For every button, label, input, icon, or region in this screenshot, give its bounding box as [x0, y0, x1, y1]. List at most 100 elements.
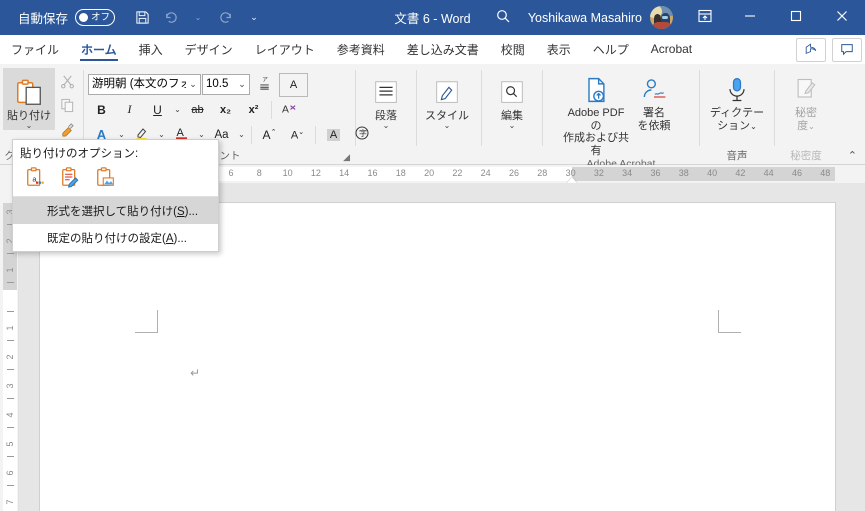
underline-button[interactable]: U [144, 99, 171, 121]
create-pdf-label: Adobe PDF の 作成および共有 [563, 107, 629, 157]
ruler-tick: 28 [537, 168, 548, 178]
paste-special-menu-item[interactable]: 形式を選択して貼り付け(S)... [13, 197, 218, 224]
autosave-control[interactable]: 自動保存 オフ [18, 8, 116, 27]
underline-dropdown[interactable]: ⌄ [172, 105, 183, 114]
tab-label: 参考資料 [336, 42, 385, 57]
create-pdf-button[interactable]: Adobe PDF の 作成および共有 [563, 68, 629, 157]
ruler-tick: 36 [650, 168, 661, 178]
search-button[interactable] [486, 8, 520, 27]
grow-font-button[interactable]: A⌃ [256, 124, 283, 146]
shrink-font-button[interactable]: A⌄ [284, 124, 311, 146]
paste-options-menu[interactable]: 貼り付けのオプション: a 形式を選択して貼り付け(S)... 既定の貼り付けの… [12, 139, 219, 252]
ruler-tick: 46 [791, 168, 803, 178]
bold-button[interactable]: B [88, 99, 115, 121]
tab-label: デザイン [184, 42, 233, 57]
dictate-button[interactable]: ディクテー ション⌄ [706, 68, 768, 133]
request-signature-button[interactable]: 署名 を依頼 [629, 68, 679, 132]
highlight-dropdown[interactable]: ⌄ [156, 130, 167, 139]
undo-button[interactable] [157, 6, 183, 30]
paragraph-button[interactable]: 段落 ⌄ [360, 68, 412, 130]
collapse-ribbon-button[interactable]: ⌃ [848, 149, 857, 162]
tab-acrobat[interactable]: Acrobat [640, 35, 703, 63]
chevron-down-icon[interactable]: ⌄ [186, 79, 200, 90]
font-dialog-launcher[interactable]: ◢ [343, 152, 350, 163]
character-border-button[interactable]: A [279, 72, 308, 97]
italic-button[interactable]: I [116, 99, 143, 121]
tab-design[interactable]: デザイン [174, 35, 244, 63]
picture-paste-button[interactable] [93, 166, 119, 190]
ribbon-display-options-button[interactable] [683, 8, 727, 27]
superscript-button[interactable]: x² [240, 99, 267, 121]
tab-review[interactable]: 校閲 [490, 35, 536, 63]
paragraph-mark: ↵ [190, 366, 201, 380]
tab-insert[interactable]: 挿入 [128, 35, 174, 63]
close-button[interactable] [819, 0, 865, 35]
tab-view[interactable]: 表示 [536, 35, 582, 63]
subscript-button[interactable]: x₂ [212, 99, 239, 121]
merge-formatting-button[interactable] [58, 166, 84, 190]
chevron-down-icon[interactable]: ⌄ [235, 79, 249, 90]
maximize-button[interactable] [773, 0, 819, 35]
font-color-dropdown[interactable]: ⌄ [196, 130, 207, 139]
editing-caret[interactable]: ⌄ [509, 122, 516, 130]
quick-access-toolbar: ⌄ ⌄ [129, 6, 267, 30]
ruler-tick: 14 [339, 168, 350, 178]
vruler-dash [7, 253, 14, 254]
phonetic-guide-icon: ア [258, 76, 272, 94]
font-size-combo[interactable]: 10.5 ⌄ [202, 74, 250, 95]
paste-special-post: )... [184, 205, 199, 218]
ruler-tick: 34 [622, 168, 633, 178]
tab-home[interactable]: ホーム [70, 35, 128, 63]
autosave-toggle[interactable]: オフ [75, 9, 116, 26]
ruler-tick: 12 [310, 168, 321, 178]
copy-button[interactable] [55, 95, 79, 118]
account-button[interactable]: Yoshikawa Masahiro [528, 6, 673, 29]
editing-button[interactable]: 編集 ⌄ [486, 68, 538, 130]
text-effects-dropdown[interactable]: ⌄ [116, 130, 127, 139]
ruler-tick: 44 [763, 168, 774, 178]
customize-quick-access-button[interactable]: ⌄ [241, 6, 267, 30]
redo-button[interactable] [213, 6, 239, 30]
paragraph-group-label [360, 149, 412, 164]
dictate-caret[interactable]: ⌄ [750, 122, 757, 131]
change-case-dropdown[interactable]: ⌄ [236, 130, 247, 139]
save-button[interactable] [129, 6, 155, 30]
cut-button[interactable] [55, 71, 79, 94]
tab-label: ヘルプ [592, 42, 629, 57]
tab-layout[interactable]: レイアウト [244, 35, 326, 63]
vruler-dash [7, 485, 14, 486]
tab-help[interactable]: ヘルプ [582, 35, 640, 63]
tab-mailings[interactable]: 差し込み文書 [396, 35, 490, 63]
autosave-state-label: オフ [91, 11, 111, 23]
default-paste-settings-menu-item[interactable]: 既定の貼り付けの設定(A)... [13, 224, 218, 251]
share-button[interactable] [796, 38, 826, 62]
chevron-down-icon: ⌄ [194, 13, 202, 22]
sensitivity-caret[interactable]: ⌄ [808, 122, 815, 131]
character-border-icon: A [289, 78, 298, 91]
paste-button[interactable]: 貼り付け ⌄ [3, 68, 55, 130]
keep-source-formatting-button[interactable]: a [23, 166, 49, 190]
styles-caret[interactable]: ⌄ [444, 122, 451, 130]
dictate-label: ディクテー ション⌄ [710, 107, 764, 133]
tab-label: 挿入 [138, 42, 163, 57]
tab-references[interactable]: 参考資料 [326, 35, 396, 63]
vruler-tick: 5 [5, 441, 15, 447]
styles-button[interactable]: スタイル ⌄ [421, 68, 473, 130]
ruler-tick: 24 [480, 168, 491, 178]
paragraph-caret[interactable]: ⌄ [383, 122, 390, 130]
tab-file[interactable]: ファイル [0, 35, 70, 63]
sensitivity-button[interactable]: 秘密 度⌄ [781, 68, 831, 133]
character-shading-icon: A [326, 128, 341, 141]
strikethrough-button[interactable]: ab [184, 99, 211, 121]
paste-dropdown-caret[interactable]: ⌄ [26, 122, 33, 130]
clear-formatting-button[interactable]: A [276, 99, 303, 121]
minimize-button[interactable] [727, 0, 773, 35]
phonetic-guide-button[interactable]: ア [251, 74, 278, 96]
font-row3-separator-2 [315, 125, 316, 144]
tab-label: Acrobat [650, 42, 693, 56]
undo-dropdown[interactable]: ⌄ [185, 6, 211, 30]
comments-button[interactable] [832, 38, 862, 62]
paste-icon [14, 72, 44, 108]
character-shading-button[interactable]: A [320, 124, 347, 146]
font-name-combo[interactable]: 游明朝 (本文のフォント - 日本 ⌄ [88, 74, 201, 95]
